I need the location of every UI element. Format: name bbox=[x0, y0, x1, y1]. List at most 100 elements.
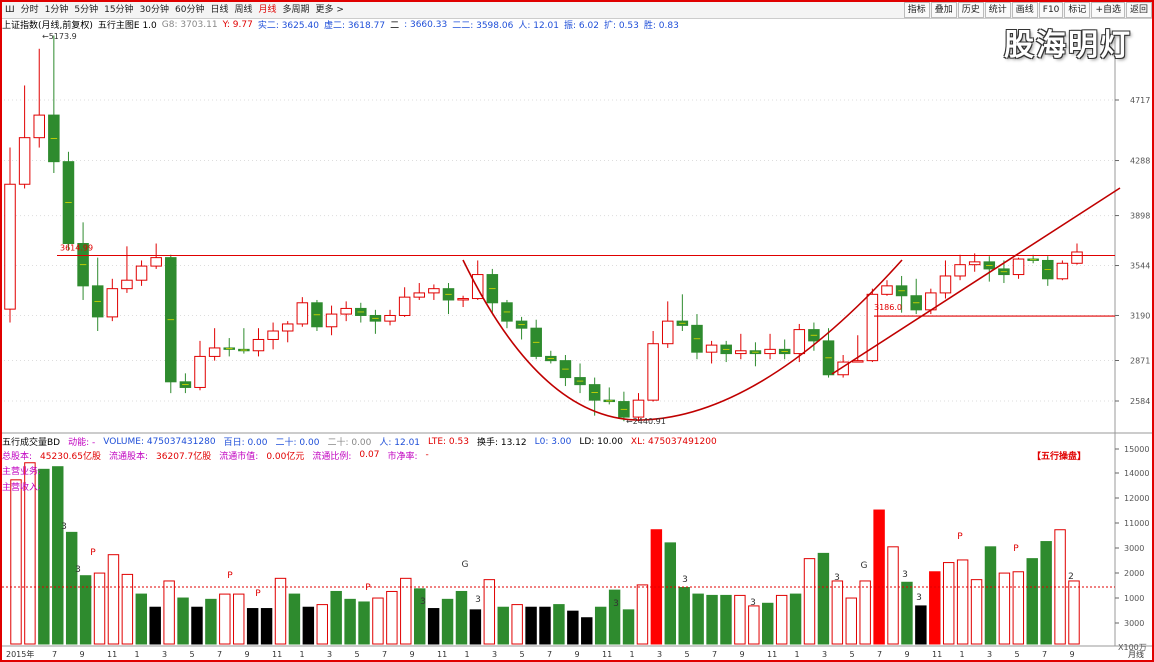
x-tick-label: 3 bbox=[822, 650, 827, 659]
volume-bar bbox=[915, 605, 927, 645]
cup-curve bbox=[462, 259, 903, 421]
candle-body bbox=[1012, 258, 1025, 276]
x-tick-label: 7 bbox=[1042, 650, 1047, 659]
volume-bar bbox=[734, 594, 746, 645]
candle-body bbox=[1056, 262, 1069, 280]
price-tick-label: 3898 bbox=[1130, 212, 1150, 221]
float-cap-label: 流通市值: bbox=[219, 451, 259, 462]
volume-bar bbox=[163, 580, 175, 645]
candle-body bbox=[150, 257, 162, 267]
price-tick-label: 2871 bbox=[1130, 356, 1150, 365]
x-tick-label: 9 bbox=[575, 650, 580, 659]
volume-bar bbox=[1012, 571, 1025, 645]
x-tick-label: 1 bbox=[135, 650, 140, 659]
volume-bar bbox=[859, 580, 871, 645]
candle-body bbox=[4, 183, 16, 310]
x-tick-label: 5 bbox=[355, 650, 360, 659]
x-tick-label: 7 bbox=[547, 650, 552, 659]
x-tick-label: 9 bbox=[410, 650, 415, 659]
x-tick-label: 3 bbox=[327, 650, 332, 659]
candle-body bbox=[705, 344, 718, 353]
volume-bar bbox=[956, 559, 969, 645]
fundamental-stats-bar: 总股本: 45230.65亿股 流通股本: 36207.7亿股 流通市值: 0.… bbox=[2, 449, 1112, 462]
pb-value: - bbox=[425, 450, 429, 460]
x-tick-label: 1 bbox=[795, 650, 800, 659]
wuxing-badge[interactable]: 【五行操盘】 bbox=[1032, 449, 1086, 462]
volume-bar bbox=[246, 608, 259, 645]
volume-bar bbox=[316, 604, 328, 645]
candle-body bbox=[281, 323, 294, 332]
ershi2-value: 二十: 0.00 bbox=[327, 438, 372, 448]
volume-bar bbox=[901, 581, 913, 645]
volume-marker: 3 bbox=[916, 593, 922, 603]
volume-bar bbox=[678, 587, 690, 645]
watermark-logo: 股海明灯 bbox=[1004, 28, 1132, 63]
volume-bar bbox=[330, 590, 342, 645]
volume-bar bbox=[929, 571, 941, 645]
stock-chart-window: Ш 分时 1分钟 5分钟 15分钟 30分钟 60分钟 日线 周线 月线 多周期 更多 > 指标 叠加历… bbox=[0, 0, 1154, 662]
volume-marker: P bbox=[227, 571, 233, 581]
volume-bar bbox=[539, 606, 551, 645]
candle-body bbox=[296, 302, 309, 325]
x-tick-label: 1 bbox=[465, 650, 470, 659]
resistance-label: 3614.99 bbox=[60, 244, 93, 253]
volume-bar bbox=[288, 593, 301, 645]
x-tick-label: 9 bbox=[245, 650, 250, 659]
candle-body bbox=[881, 285, 893, 295]
main-business-label: 主营业务: bbox=[2, 467, 42, 477]
x-tick-label: 5 bbox=[850, 650, 855, 659]
volume-bar bbox=[38, 468, 50, 645]
volume-bar bbox=[970, 579, 983, 645]
volume-bar bbox=[706, 594, 718, 645]
lo-value: L0: 3.00 bbox=[534, 436, 572, 447]
x-tick-label: 11 bbox=[107, 650, 117, 659]
volume-bar bbox=[386, 590, 398, 645]
volume-value: VOLUME: 475037431280 bbox=[103, 436, 216, 447]
volume-bar bbox=[817, 552, 830, 645]
volume-tick-label: 3000 bbox=[1124, 619, 1144, 628]
x-tick-label: 5 bbox=[190, 650, 195, 659]
volume-bar bbox=[52, 466, 64, 645]
volume-bar bbox=[344, 598, 356, 645]
volume-bar bbox=[1040, 541, 1052, 645]
ershi-value: 二十: 0.00 bbox=[275, 438, 320, 448]
volume-bar bbox=[581, 617, 593, 645]
volume-marker: 3 bbox=[75, 565, 81, 575]
price-tick-label: 3190 bbox=[1130, 311, 1150, 320]
volume-bar bbox=[79, 575, 92, 645]
volume-bar bbox=[469, 609, 482, 645]
volume-bar bbox=[274, 577, 287, 645]
volume-bar bbox=[873, 509, 885, 645]
candle-body bbox=[267, 330, 279, 340]
candle-body bbox=[428, 288, 440, 294]
volume-bar bbox=[1026, 558, 1038, 645]
volume-bar bbox=[567, 610, 579, 645]
volume-marker: P bbox=[957, 532, 963, 542]
volume-bar bbox=[65, 531, 78, 645]
x-tick-label: 11 bbox=[272, 650, 282, 659]
candle-body bbox=[18, 137, 31, 185]
ld-value: LD: 10.00 bbox=[579, 436, 623, 447]
support-label: 3186.0 bbox=[874, 303, 902, 312]
volume-bar bbox=[845, 597, 857, 645]
dongneng-value: 动能: - bbox=[68, 438, 96, 448]
x-tick-label: 9 bbox=[905, 650, 910, 659]
float-shares-value: 36207.7亿股 bbox=[156, 451, 212, 462]
volume-tick-label: 11000 bbox=[1124, 519, 1149, 528]
main-income-label: 主营收入: bbox=[2, 483, 42, 493]
volume-indicator-name[interactable]: 五行成交量BD bbox=[2, 435, 60, 448]
volume-marker: 3 bbox=[750, 598, 756, 608]
x-tick-label: 1 bbox=[960, 650, 965, 659]
volume-bar bbox=[483, 579, 496, 645]
volume-bar bbox=[887, 546, 899, 645]
volume-marker: G bbox=[462, 560, 469, 570]
candle-body bbox=[106, 288, 119, 318]
x-tick-label: 11 bbox=[602, 650, 612, 659]
volume-bar bbox=[93, 572, 106, 645]
volume-bar bbox=[121, 573, 134, 645]
volume-marker: P bbox=[90, 548, 96, 558]
candle-body bbox=[851, 360, 864, 363]
pb-label: 市净率: bbox=[387, 451, 418, 462]
x-axis-period-label: 月线 bbox=[1128, 649, 1144, 659]
kline-chart[interactable]: 4717428838983544319028712584150001400012… bbox=[2, 2, 1152, 660]
